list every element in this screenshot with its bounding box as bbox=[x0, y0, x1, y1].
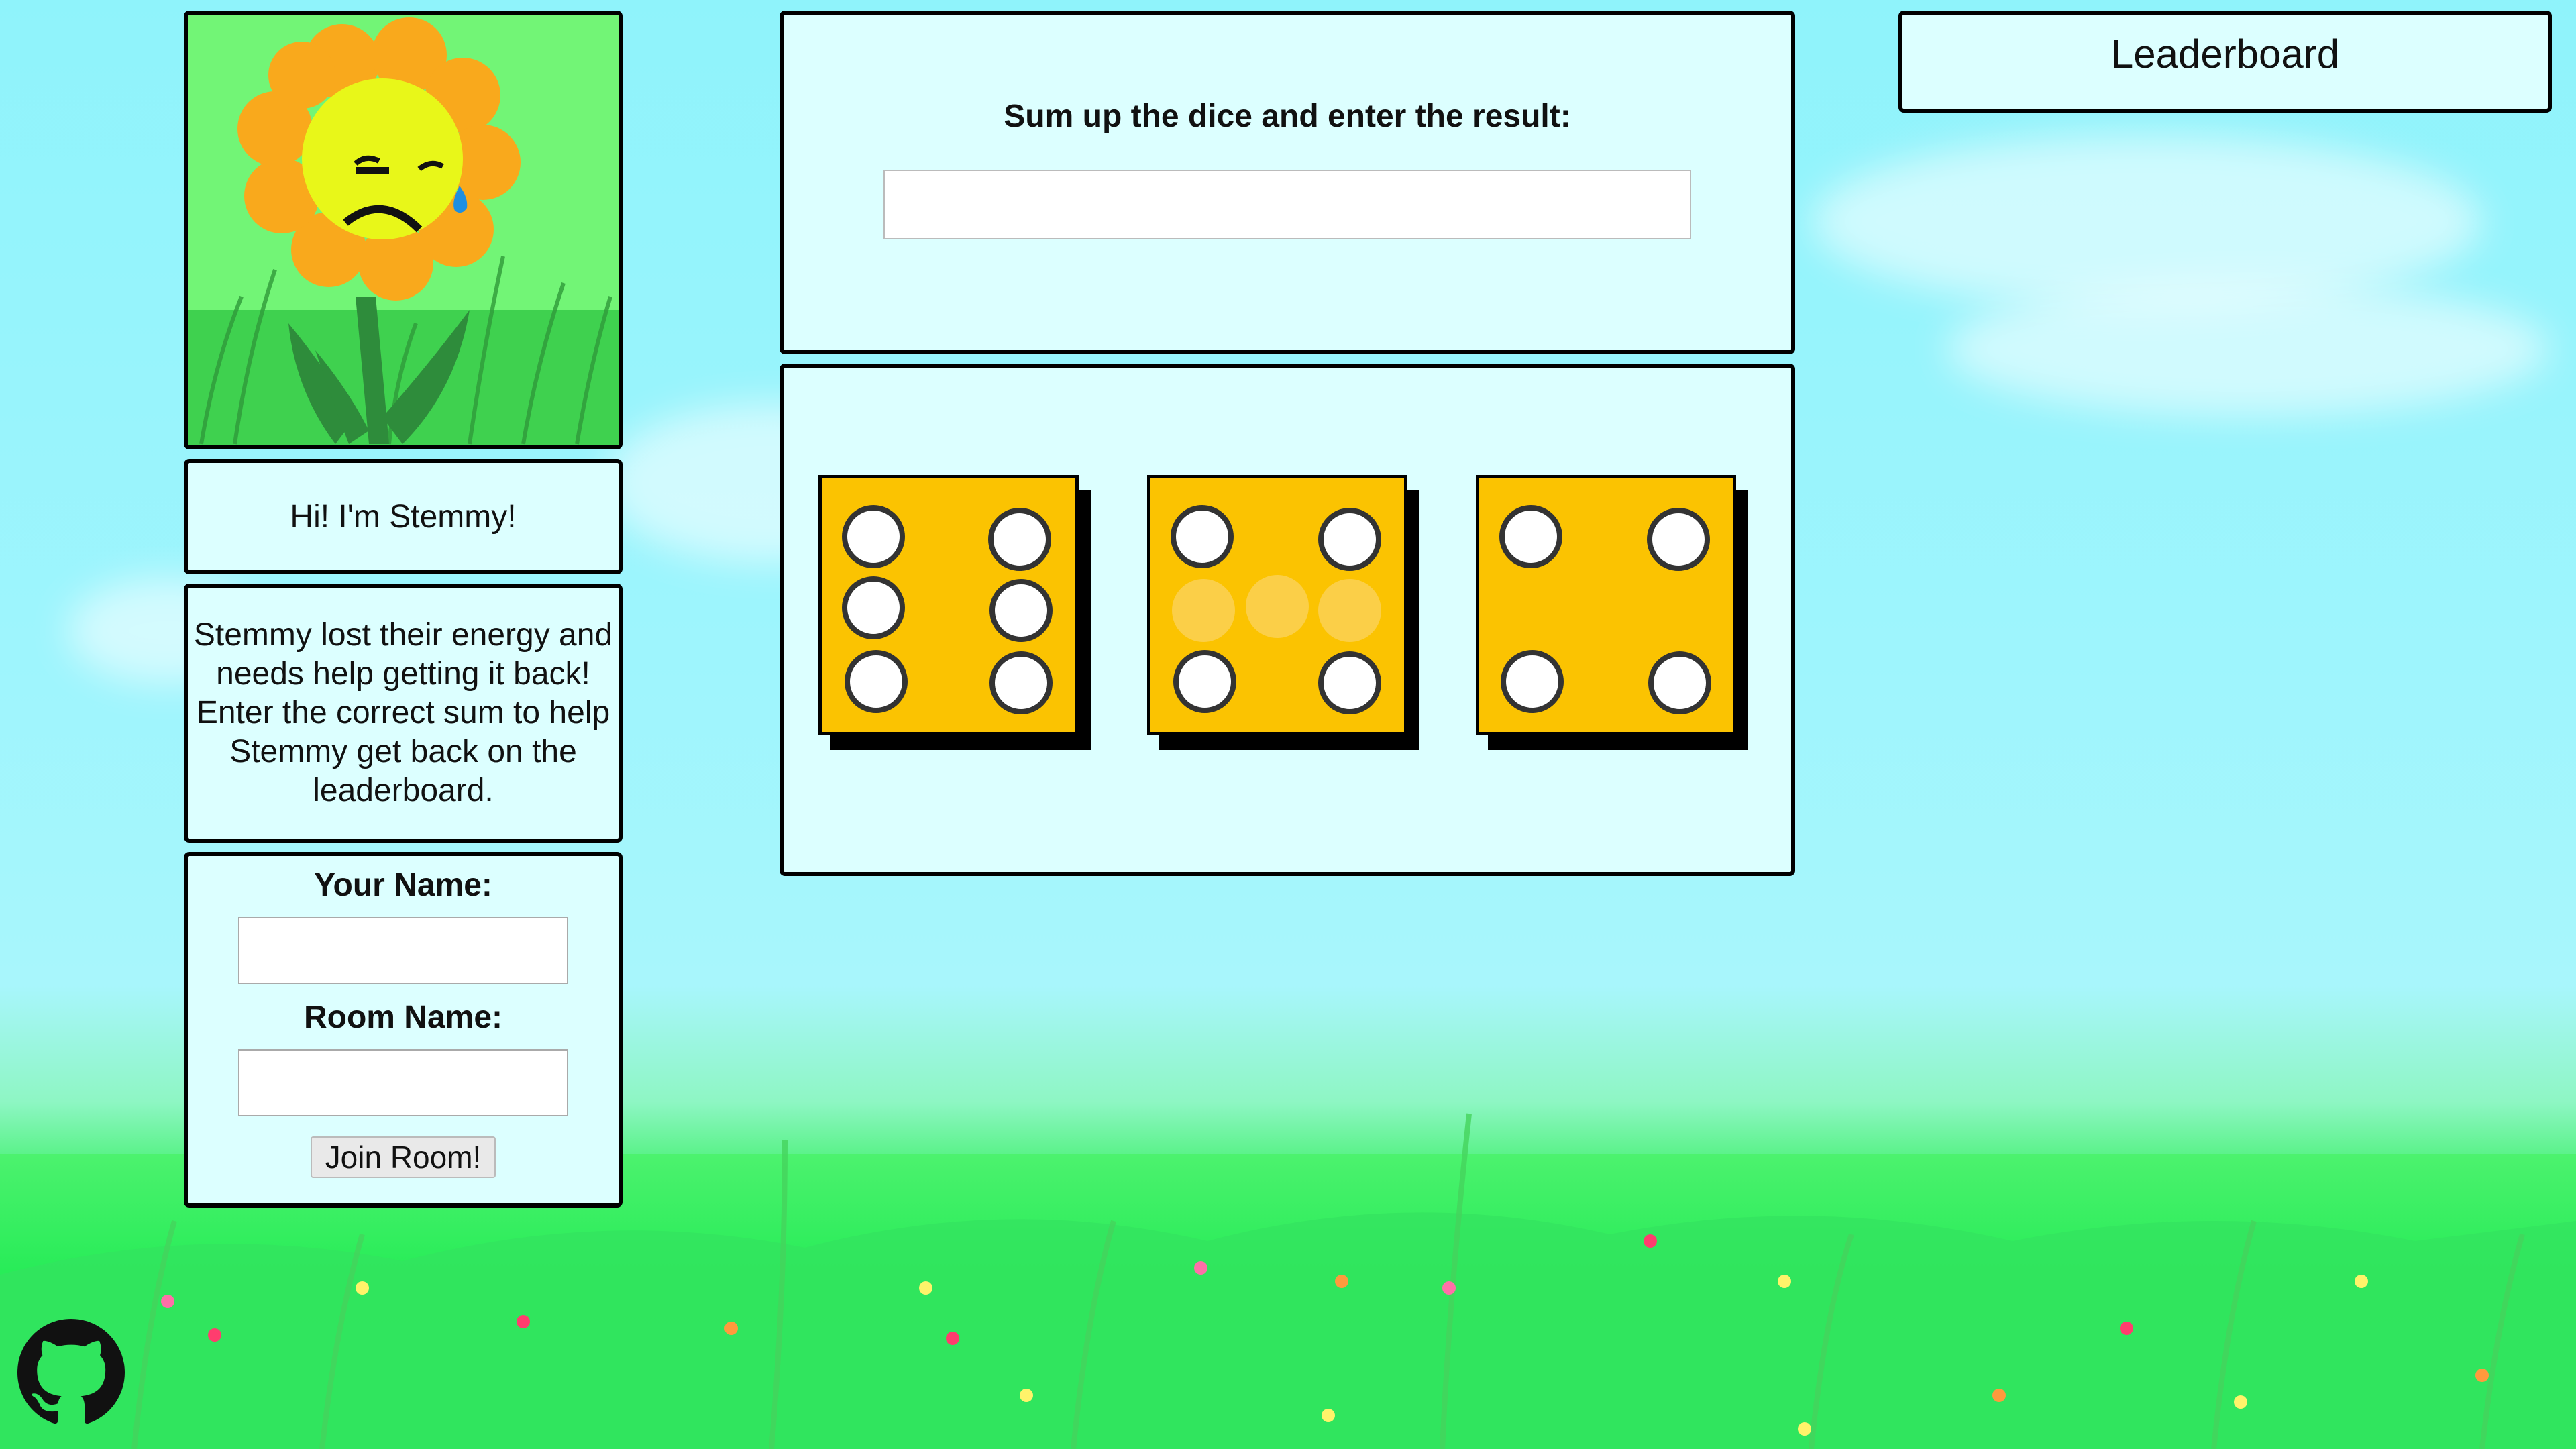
your-name-input[interactable] bbox=[238, 917, 568, 984]
dice-panel bbox=[780, 364, 1795, 876]
room-name-input[interactable] bbox=[238, 1049, 568, 1116]
join-room-button[interactable]: Join Room! bbox=[310, 1136, 496, 1178]
leaderboard-panel: Leaderboard bbox=[1898, 11, 2552, 113]
die-pip bbox=[1648, 651, 1711, 714]
die-pip bbox=[1173, 650, 1236, 713]
die-pip bbox=[1318, 508, 1381, 571]
die-pip bbox=[989, 651, 1053, 714]
die-pip bbox=[989, 579, 1053, 642]
cloud bbox=[1945, 282, 2549, 416]
greeting-panel: Hi! I'm Stemmy! bbox=[184, 459, 623, 574]
leaderboard-title: Leaderboard bbox=[2110, 32, 2340, 76]
die-pip bbox=[1501, 650, 1564, 713]
sum-answer-input[interactable] bbox=[883, 170, 1691, 239]
die-pip bbox=[842, 576, 905, 639]
die-2 bbox=[1147, 475, 1407, 735]
die-pip bbox=[1171, 505, 1234, 568]
character-portrait bbox=[184, 11, 623, 449]
die-pip-faded bbox=[1246, 575, 1309, 638]
story-panel: Stemmy lost their energy and needs help … bbox=[184, 584, 623, 843]
sum-prompt-text: Sum up the dice and enter the result: bbox=[1004, 99, 1571, 134]
die-pip bbox=[1499, 505, 1562, 568]
die-pip bbox=[842, 505, 905, 568]
github-icon[interactable] bbox=[17, 1319, 125, 1426]
sad-flower-icon bbox=[188, 15, 619, 445]
join-room-form: Your Name: Room Name: Join Room! bbox=[184, 852, 623, 1208]
cloud bbox=[1811, 134, 2482, 309]
die-1 bbox=[818, 475, 1079, 735]
die-pip bbox=[1647, 508, 1710, 571]
die-pip bbox=[988, 508, 1051, 571]
die-pip bbox=[845, 650, 908, 713]
die-pip-faded bbox=[1318, 579, 1381, 642]
room-name-label: Room Name: bbox=[303, 1000, 503, 1035]
story-text: Stemmy lost their energy and needs help … bbox=[193, 617, 613, 808]
die-3 bbox=[1476, 475, 1736, 735]
your-name-label: Your Name: bbox=[314, 867, 492, 903]
die-pip-faded bbox=[1172, 579, 1235, 642]
sum-prompt-panel: Sum up the dice and enter the result: bbox=[780, 11, 1795, 354]
greeting-text: Hi! I'm Stemmy! bbox=[290, 498, 517, 535]
die-pip bbox=[1318, 651, 1381, 714]
